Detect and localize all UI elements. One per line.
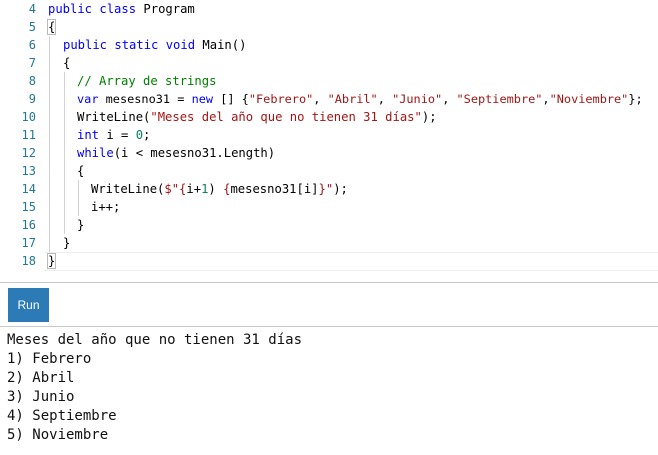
code-text: }; — [628, 92, 643, 106]
indent-guide — [78, 180, 79, 216]
divider — [0, 326, 658, 327]
string-literal: }" — [318, 182, 334, 196]
divider — [0, 282, 658, 283]
line-number: 9 — [28, 92, 36, 106]
line-number: 15 — [21, 200, 36, 214]
string-literal: "Abril" — [327, 92, 378, 106]
output-line: Meses del año que no tienen 31 días — [7, 332, 303, 348]
output-line: 4) Septiembre — [7, 408, 117, 424]
line-number: 14 — [21, 182, 36, 196]
code-line-14[interactable]: WriteLine($"{i+1) {mesesno31[i]}"); — [91, 180, 348, 198]
code-line-9[interactable]: var mesesno31 = new [] {"Febrero", "Abri… — [77, 90, 643, 108]
code-line-8[interactable]: // Array de strings — [77, 72, 216, 90]
code-line-7[interactable]: { — [63, 54, 70, 72]
comment: // Array de strings — [77, 74, 217, 88]
code-text: i = — [99, 128, 136, 142]
string-literal: "Noviembre" — [549, 92, 629, 106]
keyword: while — [77, 146, 114, 160]
line-number: 5 — [28, 20, 36, 34]
code-line-5[interactable]: { — [46, 18, 57, 36]
code-line-6[interactable]: public static void Main() — [63, 36, 246, 54]
line-number: 12 — [21, 146, 36, 160]
output-line: 2) Abril — [7, 370, 75, 386]
code-line-12[interactable]: while(i < mesesno31.Length) — [77, 144, 275, 162]
code-text: Main() — [195, 38, 247, 52]
indent-guide — [49, 36, 50, 252]
line-number: 7 — [28, 56, 36, 70]
code-text: , — [377, 92, 393, 106]
code-text: mesesno31 = — [98, 92, 192, 106]
code-line-16[interactable]: } — [77, 216, 84, 234]
code-line-18[interactable]: } — [46, 252, 57, 270]
code-text: } — [63, 236, 71, 250]
code-text: WriteLine( — [77, 110, 151, 124]
output-line: 5) Noviembre — [7, 427, 109, 443]
code-text: WriteLine( — [91, 182, 165, 196]
code-text: , — [442, 92, 457, 106]
code-text: , — [313, 92, 328, 106]
matched-bracket: } — [46, 253, 57, 269]
code-text: ); — [421, 110, 437, 124]
code-line-10[interactable]: WriteLine("Meses del año que no tienen 3… — [77, 108, 437, 126]
line-number: 17 — [21, 236, 36, 250]
string-literal: "Meses del año que no tienen 31 días" — [150, 110, 422, 124]
code-text: } — [77, 218, 85, 232]
interpolation: ) — [208, 182, 216, 196]
string-literal: "Febrero" — [248, 92, 314, 106]
code-text: (i < mesesno31.Length) — [113, 146, 276, 160]
line-number: 13 — [21, 164, 36, 178]
output-line: 3) Junio — [7, 389, 75, 405]
string-literal: { — [215, 182, 231, 196]
line-number: 18 — [21, 254, 36, 268]
interpolation: mesesno31[i] — [230, 182, 319, 196]
current-line-highlight — [44, 252, 658, 271]
keyword: new — [191, 92, 214, 106]
interpolation: i+ — [186, 182, 202, 196]
code-text: i++; — [91, 200, 121, 214]
code-line-4[interactable]: public class Program — [48, 0, 195, 18]
code-line-17[interactable]: } — [63, 234, 70, 252]
indent-guide — [64, 72, 65, 234]
code-text: , — [542, 92, 550, 106]
keyword: var — [77, 92, 99, 106]
console-output: Meses del año que no tienen 31 días 1) F… — [7, 331, 302, 445]
matched-bracket: { — [46, 19, 57, 35]
string-literal: $"{ — [164, 182, 187, 196]
keyword: public static void — [63, 38, 196, 52]
code-text: { — [77, 164, 85, 178]
code-text: { — [63, 56, 71, 70]
line-number: 16 — [21, 218, 36, 232]
line-number: 8 — [28, 74, 36, 88]
run-button[interactable]: Run — [8, 288, 49, 322]
line-number: 4 — [28, 2, 36, 16]
code-line-15[interactable]: i++; — [91, 198, 120, 216]
code-text: [] { — [213, 92, 249, 106]
line-number: 6 — [28, 38, 36, 52]
keyword: int — [77, 128, 100, 142]
code-text: Program — [136, 2, 195, 16]
code-text: ); — [333, 182, 348, 196]
code-editor[interactable]: 4 5 6 7 8 9 10 11 12 13 14 15 16 17 18 p… — [0, 0, 658, 271]
code-text: ; — [143, 128, 151, 142]
number-literal: 0 — [135, 128, 144, 142]
code-line-13[interactable]: { — [77, 162, 84, 180]
string-literal: "Septiembre" — [456, 92, 543, 106]
output-line: 1) Febrero — [7, 351, 92, 367]
keyword: public class — [48, 2, 137, 16]
line-number: 11 — [21, 128, 36, 142]
line-number: 10 — [21, 110, 36, 124]
string-literal: "Junio" — [392, 92, 443, 106]
code-line-11[interactable]: int i = 0; — [77, 126, 150, 144]
